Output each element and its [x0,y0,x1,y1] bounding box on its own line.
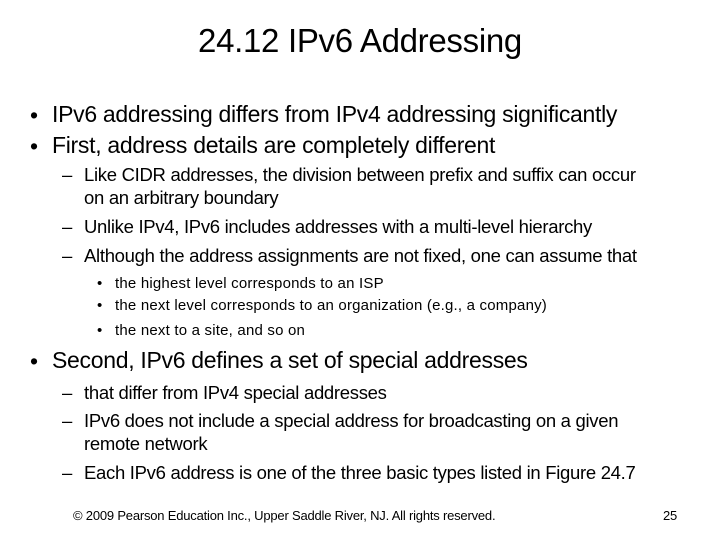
sub-bullet-text: Although the address assignments are not… [84,245,637,266]
sub-bullet-text-continued: on an arbitrary boundary [84,187,279,208]
sub-bullet-text: that differ from IPv4 special addresses [84,382,387,403]
dash-icon: – [62,410,72,431]
sub-bullet-text: Unlike IPv4, IPv6 includes addresses wit… [84,216,592,237]
bullet-text: IPv6 addressing differs from IPv4 addres… [52,101,618,127]
sub-bullet-text: Like CIDR addresses, the division betwee… [84,164,636,185]
bullet-icon: • [97,322,103,339]
bullet-text: First, address details are completely di… [52,132,496,158]
dash-icon: – [62,164,72,185]
bullet-icon: • [30,348,38,374]
slide-title: 24.12 IPv6 Addressing [198,22,522,59]
page-number: 25 [663,508,678,523]
footer-copyright: © 2009 Pearson Education Inc., Upper Sad… [73,508,496,523]
bullet-icon: • [30,133,38,159]
dash-icon: – [62,216,72,237]
bullet-icon: • [97,275,103,292]
sub-sub-bullet-text: the highest level corresponds to an ISP [115,275,384,292]
sub-sub-bullet-text: the next to a site, and so on [115,322,306,339]
sub-bullet-text: Each IPv6 address is one of the three ba… [84,462,636,483]
dash-icon: – [62,462,72,483]
bullet-icon: • [30,102,38,128]
bullet-text: Second, IPv6 defines a set of special ad… [52,347,528,373]
sub-sub-bullet-text: the next level corresponds to an organiz… [115,297,548,314]
dash-icon: – [62,245,72,266]
sub-bullet-text-continued: remote network [84,433,208,454]
dash-icon: – [62,382,72,403]
bullet-icon: • [97,297,103,314]
sub-bullet-text: IPv6 does not include a special address … [84,410,619,431]
